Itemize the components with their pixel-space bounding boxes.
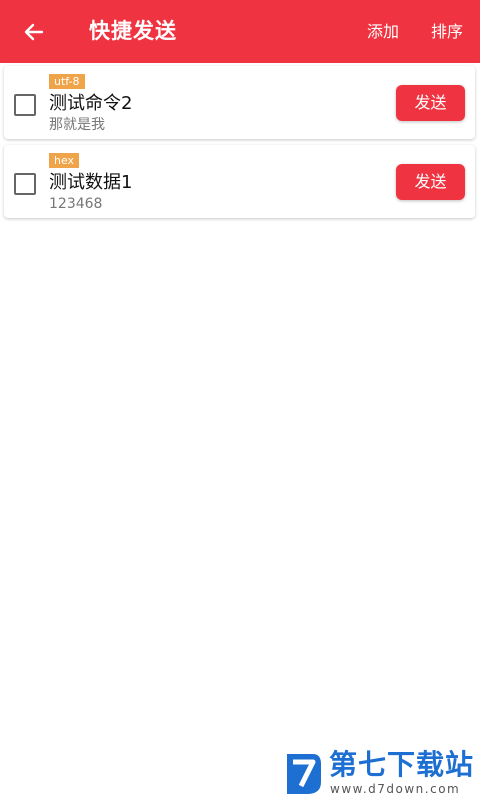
arrow-left-icon	[24, 23, 44, 41]
item-name: 测试命令2	[49, 93, 133, 114]
watermark: 第七下载站 www.d7down.com	[283, 748, 475, 798]
page-title: 快捷发送	[89, 19, 177, 43]
encoding-badge: utf-8	[49, 74, 85, 89]
item-name: 测试数据1	[49, 172, 133, 193]
back-button[interactable]	[14, 16, 54, 48]
item-checkbox[interactable]	[14, 94, 36, 116]
encoding-badge: hex	[49, 153, 80, 168]
list-item: hex 测试数据1 123468 发送	[4, 145, 475, 218]
d7-logo-icon	[287, 754, 321, 794]
app-bar: 快捷发送 添加 排序	[0, 0, 480, 63]
add-button[interactable]: 添加	[367, 20, 399, 44]
send-button[interactable]: 发送	[396, 85, 465, 121]
sort-button[interactable]: 排序	[431, 20, 463, 44]
item-content: 那就是我	[49, 117, 105, 133]
send-button[interactable]: 发送	[396, 164, 465, 200]
watermark-title: 第七下载站	[329, 748, 475, 781]
item-content: 123468	[49, 196, 103, 212]
watermark-url: www.d7down.com	[330, 782, 461, 796]
list-item: utf-8 测试命令2 那就是我 发送	[4, 66, 475, 139]
item-checkbox[interactable]	[14, 173, 36, 195]
